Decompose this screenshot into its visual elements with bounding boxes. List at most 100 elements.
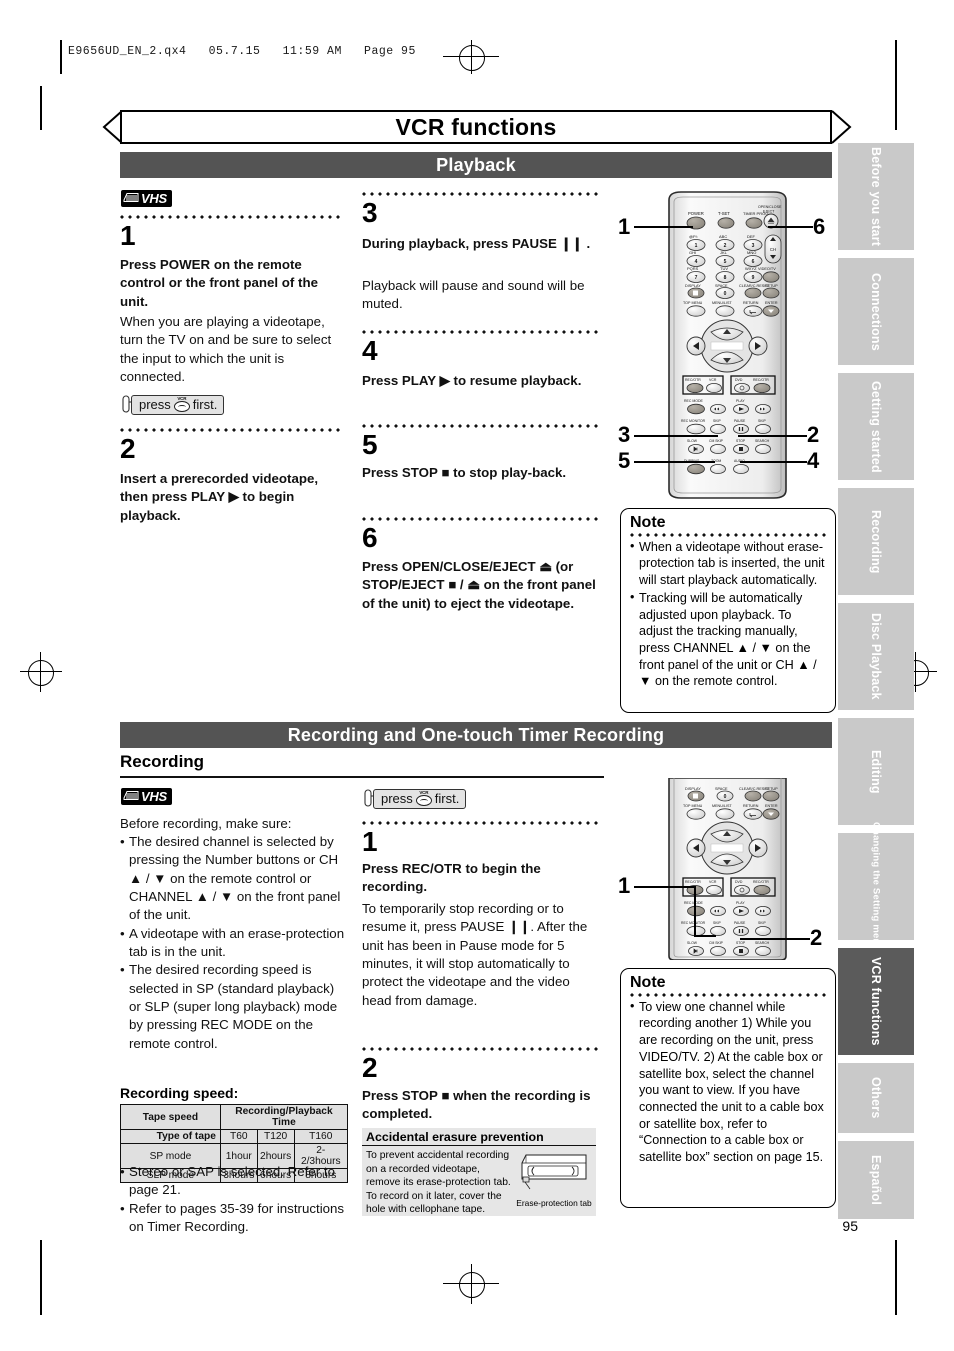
sidebar-tab-label: Others — [869, 1077, 883, 1119]
svg-text:REC/OTR: REC/OTR — [753, 378, 769, 382]
section-bar-playback-label: Playback — [436, 154, 516, 175]
callout-6-top: 6 — [813, 214, 826, 239]
step-number-1: 1 — [120, 220, 136, 251]
vcr-button-icon: VCR — [415, 790, 432, 807]
svg-text:5: 5 — [724, 259, 727, 265]
registration-line-left-h — [20, 671, 62, 673]
callout-leader-2-bottom — [740, 938, 810, 940]
svg-text:SKIP: SKIP — [758, 921, 766, 925]
page-title-bold: VCR — [395, 113, 445, 140]
td-tape-type: T160 — [293, 1129, 349, 1144]
sidebar-tab-recording[interactable]: Recording — [838, 488, 914, 595]
step-5-bold: Press STOP ■ to stop play-back. — [362, 465, 567, 480]
svg-text:REC MODE: REC MODE — [684, 399, 704, 403]
step-3-body: Playback will pause and sound will be mu… — [362, 278, 585, 312]
registration-line-right-v — [914, 652, 916, 692]
rec-step-1-body: To temporarily stop recording or to resu… — [362, 901, 588, 1008]
page-number: 95 — [842, 1218, 858, 1234]
registration-line-bottom-v — [470, 1264, 472, 1304]
sidebar-tab-disc-playback[interactable]: Disc Playback — [838, 603, 914, 710]
callout-leader-1-top — [634, 226, 693, 228]
remote-svg-bottom: DISPLAY SPACE CLEAR/C.RESETSETUP 0 TOP ME… — [668, 777, 787, 961]
svg-text:MENU/LIST: MENU/LIST — [712, 804, 732, 808]
section-bar-playback: Playback — [120, 152, 832, 178]
vhs-tape-icon — [123, 791, 139, 800]
sidebar-tab-label: Before you start — [869, 146, 883, 247]
td-tape-type: T120 — [256, 1129, 295, 1144]
sidebar-tab-vcr-functions[interactable]: VCR functions — [838, 948, 914, 1055]
step-number-4: 4 — [362, 335, 378, 366]
press-first-before: press — [139, 397, 171, 412]
svg-text:SKIP: SKIP — [713, 419, 721, 423]
svg-text:REC/OTR: REC/OTR — [685, 378, 701, 382]
dot-rule-step6 — [362, 517, 600, 521]
subhead-recording: Recording — [120, 752, 205, 771]
sidebar-tab-getting-started[interactable]: Getting started — [838, 373, 914, 480]
sidebar-tab-connections[interactable]: Connections — [838, 258, 914, 365]
page-title-banner: VCR functions — [120, 110, 832, 144]
recording-bullet: • The desired channel is selected by pres… — [120, 834, 341, 923]
sidebar-tab-label: Recording — [869, 509, 883, 574]
sidebar-tab-label: VCR functions — [869, 957, 883, 1046]
callout-leader-4-top — [740, 461, 807, 463]
svg-text:PLAY: PLAY — [736, 399, 745, 403]
svg-text:VCR: VCR — [709, 880, 717, 884]
dot-rule-step4 — [362, 330, 600, 334]
note-item: Tracking will be automatically adjusted … — [630, 589, 827, 690]
svg-text:OPEN/CLOSE: OPEN/CLOSE — [758, 205, 782, 209]
note-dots-playback — [630, 532, 827, 537]
callout-2-top: 2 — [807, 422, 820, 447]
svg-text:PAUSE: PAUSE — [734, 921, 746, 925]
callout-leader-1-bottom — [634, 886, 696, 888]
svg-text:@P/:: @P/: — [689, 234, 698, 239]
accidental-erasure-box: Accidental erasure prevention To prevent… — [362, 1128, 596, 1216]
svg-text:SEARCH: SEARCH — [755, 439, 770, 443]
section-bar-recording: Recording and One-touch Timer Recording — [120, 722, 832, 748]
dot-rule-step2 — [120, 428, 342, 432]
crop-mark-top-left-v — [40, 86, 42, 130]
banner-wing-right — [831, 110, 853, 144]
recording-bullet: • Refer to pages 35-39 for instructions o… — [120, 1200, 345, 1235]
svg-text:CM SKIP: CM SKIP — [709, 439, 724, 443]
svg-text:SKIP: SKIP — [758, 419, 766, 423]
svg-text:8: 8 — [724, 275, 727, 281]
note-item: When a videotape without erase-protectio… — [630, 538, 827, 589]
rec-step-number-2: 2 — [362, 1052, 378, 1083]
svg-text:9: 9 — [752, 275, 755, 281]
recording-bullet: • Stereo or SAP is selected. Refer to pag… — [120, 1164, 335, 1198]
vhs-tape-icon — [123, 193, 139, 202]
note-list-playback: When a videotape without erase-protectio… — [630, 538, 827, 691]
svg-text:ABC: ABC — [719, 234, 727, 239]
svg-text:SETUP: SETUP — [765, 787, 778, 791]
step-2-bold: Insert a prerecorded videotape, then pre… — [120, 471, 319, 523]
svg-text:DEF: DEF — [747, 234, 756, 239]
erasure-box-text: To prevent accidental recording on a rec… — [366, 1150, 511, 1216]
registration-mark-bottom — [459, 1272, 485, 1298]
recording-intro-lead: Before recording, make sure: — [120, 816, 292, 831]
sidebar-tab-others[interactable]: Others — [838, 1063, 914, 1133]
dot-rule-rec-step2 — [362, 1047, 600, 1051]
sidebar-tab-label: Changing the Setting menu — [870, 822, 882, 951]
rec-step-1-bold: Press REC/OTR to begin the recording. — [362, 861, 541, 895]
callout-leader-6-top — [768, 226, 813, 228]
svg-text:DVD: DVD — [735, 880, 743, 884]
sidebar-tab-espanol[interactable]: Español — [838, 1141, 914, 1219]
note-title-playback: Note — [630, 514, 666, 531]
sidebar-tab-label: Connections — [869, 272, 883, 351]
step-number-6: 6 — [362, 522, 378, 553]
step-3-bold: During playback, press PAUSE ❙❙ . — [362, 236, 591, 251]
svg-text:T-SET: T-SET — [718, 211, 730, 216]
svg-text:ENTER: ENTER — [765, 301, 778, 305]
sidebar-tab-changing-setting-menu[interactable]: Changing the Setting menu — [838, 822, 914, 951]
step-number-5: 5 — [362, 429, 378, 460]
press-vcr-first-playback: press VCR first. — [120, 394, 225, 416]
callout-leader-5-top — [634, 461, 715, 463]
crop-mark-bottom-right-v — [895, 1240, 897, 1315]
svg-text:TOP MENU: TOP MENU — [683, 301, 703, 305]
sidebar-tab-before-you-start[interactable]: Before you start — [838, 143, 914, 250]
sidebar-tab-editing[interactable]: Editing — [838, 718, 914, 825]
svg-text:0: 0 — [724, 794, 727, 800]
step-1-body: When you are playing a videotape, turn t… — [120, 314, 332, 385]
remote-svg-top: POWER T-SET TIMER PROG. OPEN/CLOSE EJECT… — [668, 191, 787, 499]
svg-text:1: 1 — [695, 243, 698, 249]
